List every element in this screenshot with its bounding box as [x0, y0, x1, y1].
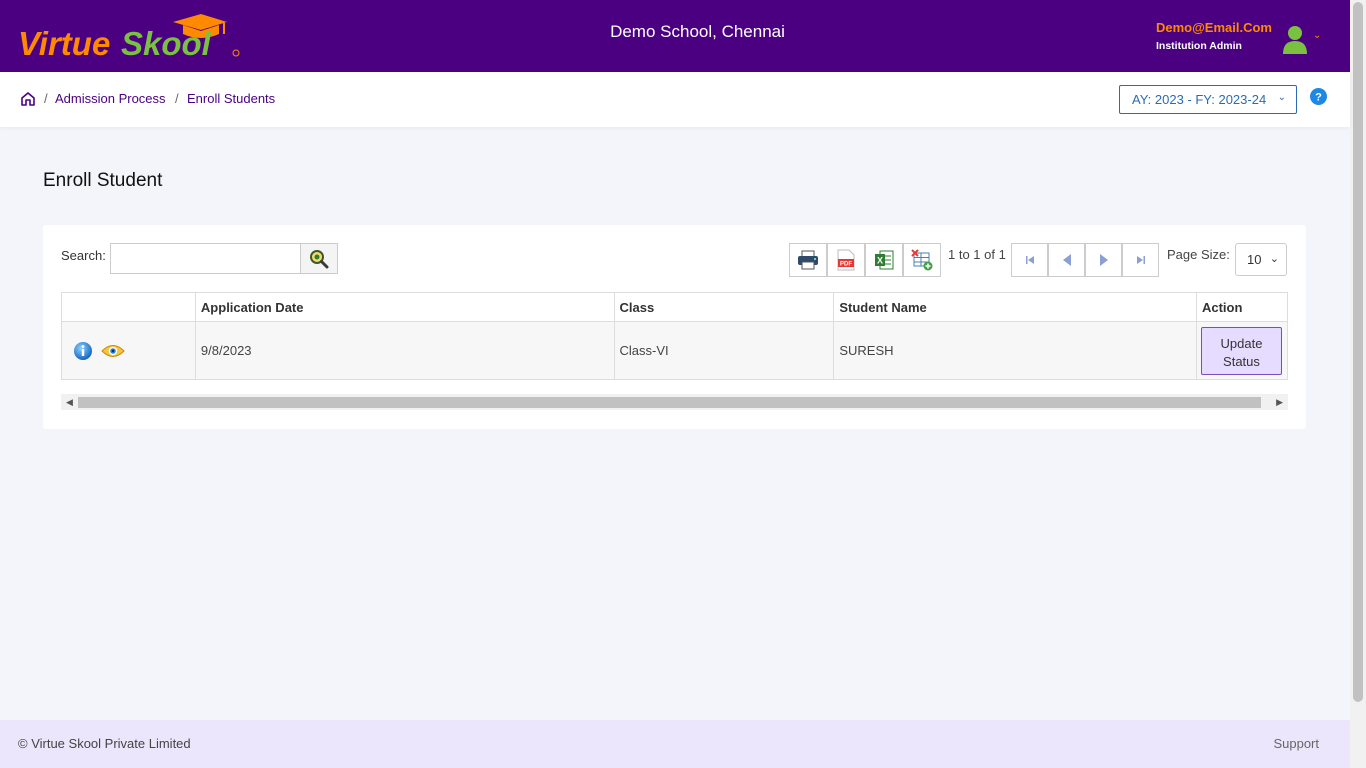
- top-header: Virtue Skool Demo School, Chennai Demo@E…: [0, 0, 1350, 72]
- previous-page-button[interactable]: [1048, 243, 1085, 277]
- print-button[interactable]: [789, 243, 827, 277]
- cell-student-name: SURESH: [833, 321, 1197, 380]
- column-header-application-date[interactable]: Application Date: [194, 292, 615, 322]
- table-row: 9/8/2023 Class-VI SURESH Update Status: [61, 321, 1289, 380]
- cell-application-date: 9/8/2023: [194, 321, 615, 380]
- column-header-action: Action: [1195, 292, 1289, 322]
- pdf-export-button[interactable]: PDF: [827, 243, 865, 277]
- next-page-icon: [1099, 254, 1108, 266]
- pdf-icon: PDF: [837, 249, 855, 271]
- previous-page-icon: [1062, 254, 1071, 266]
- column-header-class[interactable]: Class: [613, 292, 835, 322]
- excel-export-button[interactable]: X: [865, 243, 903, 277]
- logo-text-skool: Skool: [121, 25, 212, 62]
- school-name: Demo School, Chennai: [610, 22, 785, 41]
- copyright-text: © Virtue Skool Private Limited: [18, 736, 191, 751]
- scroll-left-arrow-icon[interactable]: ◀: [66, 397, 73, 408]
- column-header-student-name[interactable]: Student Name: [833, 292, 1197, 322]
- scroll-right-arrow-icon[interactable]: ▶: [1276, 397, 1283, 408]
- help-icon[interactable]: ?: [1310, 88, 1327, 105]
- horizontal-scrollbar-thumb[interactable]: [78, 397, 1261, 408]
- excel-icon: X: [875, 250, 894, 270]
- search-input[interactable]: [110, 243, 301, 274]
- breadcrumb-admission-process[interactable]: Admission Process: [55, 91, 166, 106]
- user-avatar-icon[interactable]: [1281, 24, 1309, 54]
- page-title: Enroll Student: [43, 170, 163, 191]
- page-size-label: Page Size:: [1167, 247, 1230, 262]
- search-icon: [310, 249, 329, 268]
- breadcrumb-enroll-students[interactable]: Enroll Students: [187, 91, 275, 106]
- table-header-row: Application Date Class Student Name Acti…: [61, 292, 1289, 322]
- search-button[interactable]: [300, 243, 338, 274]
- next-page-button[interactable]: [1085, 243, 1122, 277]
- virtueskool-logo[interactable]: Virtue Skool: [18, 12, 243, 64]
- cell-class: Class-VI: [613, 321, 835, 380]
- column-chooser-button[interactable]: [903, 243, 941, 277]
- breadcrumb-separator: /: [44, 91, 48, 106]
- cell-action: Update Status: [1195, 321, 1289, 380]
- vertical-scrollbar[interactable]: [1350, 0, 1366, 768]
- chevron-down-icon: ⌄: [1277, 92, 1286, 103]
- breadcrumb: / Admission Process / Enroll Students AY…: [0, 72, 1350, 127]
- svg-text:?: ?: [1315, 92, 1322, 104]
- svg-text:PDF: PDF: [840, 262, 852, 268]
- row-icons-cell: [61, 321, 196, 380]
- chevron-down-icon: ⌄: [1269, 253, 1279, 265]
- page-size-value: 10: [1247, 252, 1262, 267]
- column-chooser-icon: [911, 249, 933, 271]
- academic-year-value: AY: 2023 - FY: 2023-24: [1132, 92, 1267, 107]
- enrollment-table: Application Date Class Student Name Acti…: [61, 292, 1289, 380]
- support-link[interactable]: Support: [1273, 736, 1319, 751]
- first-page-icon: [1025, 256, 1034, 264]
- column-header-icons: [61, 292, 196, 322]
- logo-text-virtue: Virtue: [18, 25, 110, 62]
- user-role: Institution Admin: [1156, 40, 1242, 52]
- svg-text:X: X: [877, 256, 883, 266]
- update-status-button[interactable]: Update Status: [1200, 326, 1282, 375]
- enroll-student-card: Search: PDF X 1 to 1 of 1 Page Size: 10 …: [43, 225, 1306, 429]
- first-page-button[interactable]: [1011, 243, 1048, 277]
- horizontal-scrollbar[interactable]: ◀ ▶: [61, 394, 1288, 410]
- last-page-button[interactable]: [1122, 243, 1159, 277]
- info-icon[interactable]: [73, 341, 93, 361]
- vertical-scrollbar-thumb[interactable]: [1353, 2, 1363, 702]
- user-email[interactable]: Demo@Email.Com: [1156, 20, 1272, 35]
- page-info: 1 to 1 of 1: [948, 247, 1006, 262]
- print-icon: [798, 250, 818, 270]
- user-menu-chevron-down-icon[interactable]: ⌄: [1313, 30, 1321, 41]
- breadcrumb-separator: /: [175, 91, 179, 106]
- last-page-icon: [1136, 256, 1145, 264]
- home-icon[interactable]: [20, 91, 36, 107]
- footer: © Virtue Skool Private Limited Support: [0, 720, 1350, 768]
- page-size-select[interactable]: 10 ⌄: [1235, 243, 1287, 276]
- academic-year-select[interactable]: AY: 2023 - FY: 2023-24 ⌄: [1119, 85, 1297, 114]
- view-eye-icon[interactable]: [101, 343, 125, 359]
- search-label: Search:: [61, 248, 106, 263]
